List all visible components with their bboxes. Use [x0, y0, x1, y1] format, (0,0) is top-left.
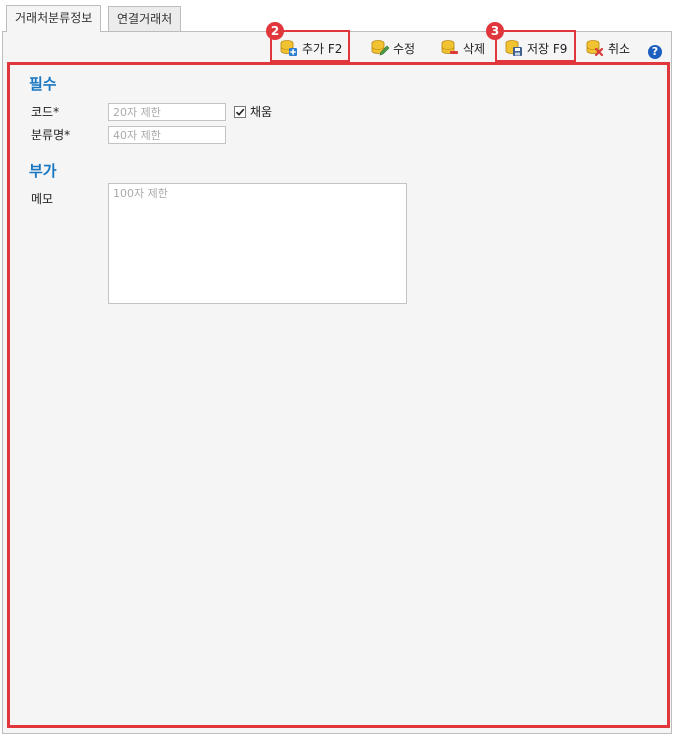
- tab-bar: 거래처분류정보 연결거래처: [0, 0, 675, 32]
- required-marker: *: [64, 128, 71, 142]
- delete-button-label: 삭제: [463, 41, 486, 56]
- optional-section-title: 부가: [29, 162, 57, 180]
- memo-textarea[interactable]: [108, 183, 407, 304]
- save-button-highlight: [495, 30, 576, 62]
- edit-button[interactable]: 수정: [371, 36, 415, 60]
- help-icon: ?: [648, 45, 662, 59]
- database-cancel-icon: [586, 39, 604, 57]
- delete-button[interactable]: 삭제: [441, 36, 485, 60]
- code-input[interactable]: [108, 103, 226, 121]
- code-label: 코드*: [31, 103, 59, 120]
- callout-badge-add: 2: [266, 22, 284, 40]
- tab-label: 연결거래처: [117, 12, 173, 26]
- tab-linked-partners[interactable]: 연결거래처: [108, 6, 182, 31]
- required-section-title: 필수: [29, 75, 57, 93]
- tab-label: 거래처분류정보: [15, 11, 93, 25]
- required-marker: *: [53, 105, 60, 119]
- checkbox-box[interactable]: [234, 105, 246, 118]
- cancel-button[interactable]: 취소: [586, 36, 630, 60]
- name-label: 분류명*: [31, 126, 70, 143]
- cancel-button-label: 취소: [608, 41, 631, 56]
- edit-button-label: 수정: [393, 41, 416, 56]
- database-edit-icon: [371, 39, 389, 57]
- database-remove-icon: [441, 39, 459, 57]
- name-label-text: 분류명: [31, 128, 65, 142]
- auto-fill-checkbox[interactable]: 채움: [234, 103, 272, 120]
- memo-label: 메모: [31, 192, 54, 206]
- tab-partner-category-info[interactable]: 거래처분류정보: [6, 5, 102, 32]
- callout-badge-save: 3: [486, 22, 504, 40]
- auto-fill-label: 채움: [250, 105, 273, 119]
- content-area-highlight: [7, 62, 670, 728]
- code-label-text: 코드: [31, 105, 54, 119]
- help-button[interactable]: ?: [648, 40, 662, 64]
- checkmark-icon: [235, 108, 245, 116]
- category-name-input[interactable]: [108, 126, 226, 144]
